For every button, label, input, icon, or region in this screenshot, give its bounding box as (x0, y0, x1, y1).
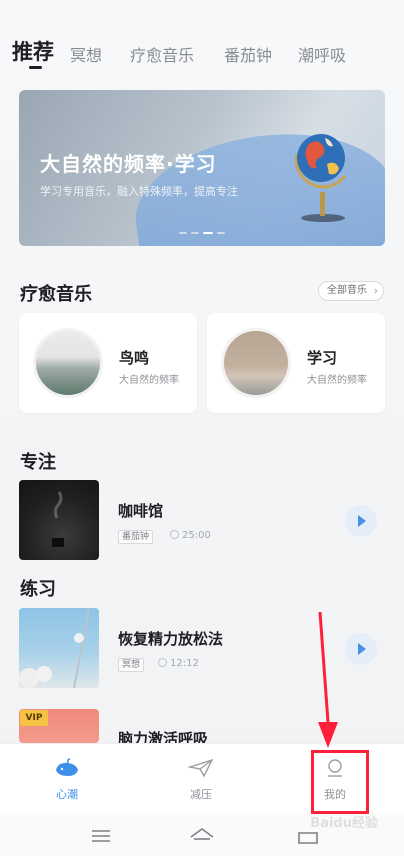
music-card-desc: 大自然的频率 (307, 375, 367, 386)
indicator-dot (217, 232, 225, 234)
cafe-thumbnail[interactable] (19, 480, 99, 560)
tag-pomodoro: 番茄钟 (118, 530, 154, 544)
tab-tide-breath[interactable]: 潮呼吸 (298, 42, 346, 66)
music-card-birdsong[interactable]: 鸟鸣 大自然的频率 (19, 313, 197, 413)
music-card-name: 学习 (307, 349, 338, 367)
cherry-blossom-image (19, 608, 90, 688)
music-card-study[interactable]: 学习 大自然的频率 (207, 313, 385, 413)
tab-pomodoro[interactable]: 番茄钟 (224, 42, 272, 66)
clock-icon (170, 530, 179, 539)
home-icon[interactable] (189, 827, 215, 845)
clock-icon (158, 658, 167, 667)
tab-underline (29, 66, 42, 69)
tab-meditation[interactable]: 冥想 (70, 42, 102, 66)
duration-recover: 12:12 (158, 658, 199, 669)
music-card-name: 鸟鸣 (119, 349, 150, 367)
nav-item-relax[interactable]: 减压 (171, 758, 231, 802)
chevron-right-icon: › (373, 284, 378, 297)
globe-icon (294, 134, 347, 222)
coffee-cup-icon (52, 491, 64, 547)
banner-page-indicator (179, 232, 225, 234)
app-screen: 推荐 冥想 疗愈音乐 番茄钟 潮呼吸 大自然的频率·学习 学习专用音乐，融入特殊… (0, 0, 404, 856)
tab-healing-music[interactable]: 疗愈音乐 (130, 42, 194, 66)
forest-cover-image (33, 328, 103, 398)
indicator-dot (179, 232, 187, 234)
watermark: Baidu经验 (310, 816, 378, 831)
indicator-dot-active (203, 232, 213, 234)
promo-banner[interactable]: 大自然的频率·学习 学习专用音乐，融入特殊频率，提高专注 (19, 90, 385, 246)
all-music-label: 全部音乐 (327, 285, 367, 296)
indicator-dot (191, 232, 199, 234)
banner-title: 大自然的频率·学习 (40, 152, 217, 176)
item-title-cafe[interactable]: 咖啡馆 (118, 500, 163, 521)
section-title-practice: 练习 (20, 579, 56, 600)
duration-text: 12:12 (170, 658, 199, 669)
red-arrow-annotation (318, 612, 338, 748)
duration-text: 25:00 (182, 530, 211, 541)
section-title-focus: 专注 (20, 452, 56, 473)
tab-recommend[interactable]: 推荐 (12, 36, 54, 66)
blossom-thumbnail[interactable] (19, 608, 99, 688)
menu-icon[interactable] (91, 829, 111, 843)
all-music-button[interactable]: 全部音乐 › (318, 281, 384, 301)
category-tabs: 推荐 冥想 疗愈音乐 番茄钟 潮呼吸 (12, 32, 392, 72)
duration-cafe: 25:00 (170, 530, 211, 541)
banner-subtitle: 学习专用音乐，融入特殊频率，提高专注 (40, 185, 238, 198)
tag-meditation: 冥想 (118, 658, 145, 672)
nav-label-home: 心潮 (56, 788, 78, 801)
vip-badge: VIP (20, 710, 48, 726)
music-card-desc: 大自然的频率 (119, 375, 179, 386)
study-cover-image (221, 328, 291, 398)
play-button[interactable] (345, 505, 377, 537)
whale-icon (56, 758, 78, 776)
paper-plane-icon (187, 758, 214, 778)
section-title-healing-music: 疗愈音乐 (20, 284, 92, 305)
item-title-recover[interactable]: 恢复精力放松法 (118, 628, 223, 649)
nav-label-relax: 减压 (190, 788, 212, 801)
nav-item-home[interactable]: 心潮 (37, 758, 97, 802)
red-highlight-box (311, 750, 369, 814)
